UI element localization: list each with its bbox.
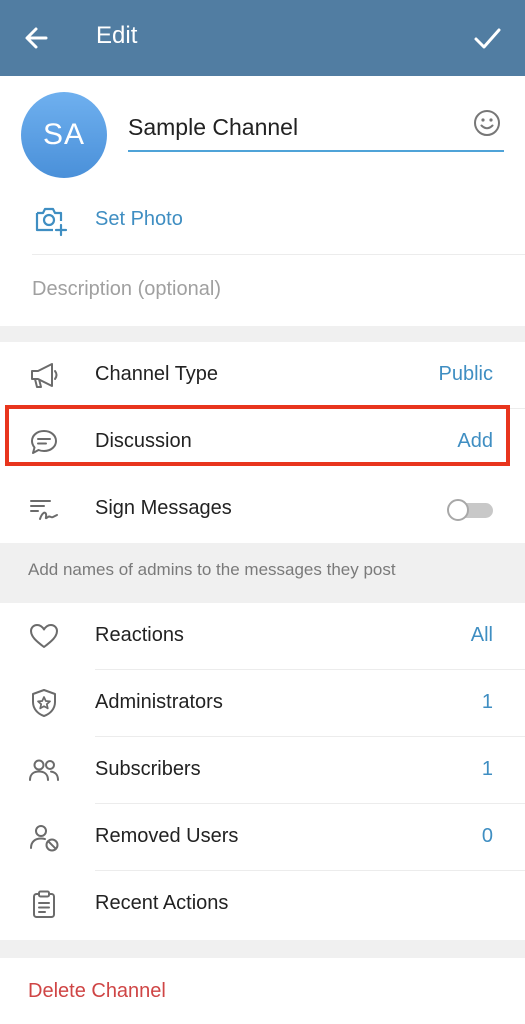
section-gap [0,326,525,342]
megaphone-icon [31,363,58,388]
channel-name-value: Sample Channel [128,114,299,140]
smiley-icon [474,110,500,136]
removed-users-count: 0 [481,825,493,847]
toggle-knob [447,499,469,521]
set-photo-label: Set Photo [95,208,183,230]
set-photo-button[interactable]: Set Photo [0,186,525,254]
subscribers-label: Subscribers [95,758,201,780]
recent-actions-label: Recent Actions [95,892,229,914]
signature-icon [30,500,58,520]
shield-star-icon [32,689,56,717]
arrow-left-icon [25,27,48,49]
avatar[interactable]: SA [21,92,107,178]
sign-messages-row[interactable]: Sign Messages [0,476,525,543]
clipboard-icon [33,890,55,918]
removed-users-row[interactable]: Removed Users 0 [0,804,525,871]
channel-type-value: Public [438,363,493,385]
page-title: Edit [96,22,138,49]
camera-add-icon [35,207,68,237]
divider [32,254,525,255]
administrators-row[interactable]: Administrators 1 [0,670,525,737]
reactions-label: Reactions [95,624,184,646]
section-gap [0,940,525,958]
save-button[interactable] [467,20,507,56]
check-icon [474,28,501,49]
administrators-label: Administrators [95,691,223,713]
channel-profile-section: SA Sample Channel Set Photo Description … [0,76,525,326]
description-placeholder: Description (optional) [32,278,221,300]
sign-messages-toggle[interactable] [447,499,493,521]
reactions-row[interactable]: Reactions All [0,603,525,670]
delete-channel-button[interactable]: Delete Channel [0,958,525,1024]
removed-users-label: Removed Users [95,825,239,847]
user-blocked-icon [30,825,59,852]
description-input[interactable]: Description (optional) [0,256,525,324]
chat-bubble-icon [31,430,57,454]
recent-actions-row[interactable]: Recent Actions [0,871,525,938]
sign-messages-hint: Add names of admins to the messages they… [0,543,525,603]
channel-name-input[interactable]: Sample Channel [128,108,504,152]
discussion-value: Add [457,430,493,452]
subscribers-row[interactable]: Subscribers 1 [0,737,525,804]
users-icon [29,759,59,781]
back-button[interactable] [18,20,58,56]
reactions-value: All [470,624,493,646]
sign-messages-hint-text: Add names of admins to the messages they… [28,560,396,579]
sign-messages-label: Sign Messages [95,497,232,519]
heart-icon [30,624,58,648]
channel-type-row[interactable]: Channel Type Public [0,342,525,409]
app-bar: Edit [0,0,525,76]
channel-type-label: Channel Type [95,363,219,385]
discussion-label: Discussion [95,430,192,452]
delete-channel-label: Delete Channel [28,980,166,1002]
discussion-row[interactable]: Discussion Add [0,409,525,476]
emoji-button[interactable] [472,108,502,138]
subscribers-count: 1 [481,758,493,780]
administrators-count: 1 [481,691,493,713]
